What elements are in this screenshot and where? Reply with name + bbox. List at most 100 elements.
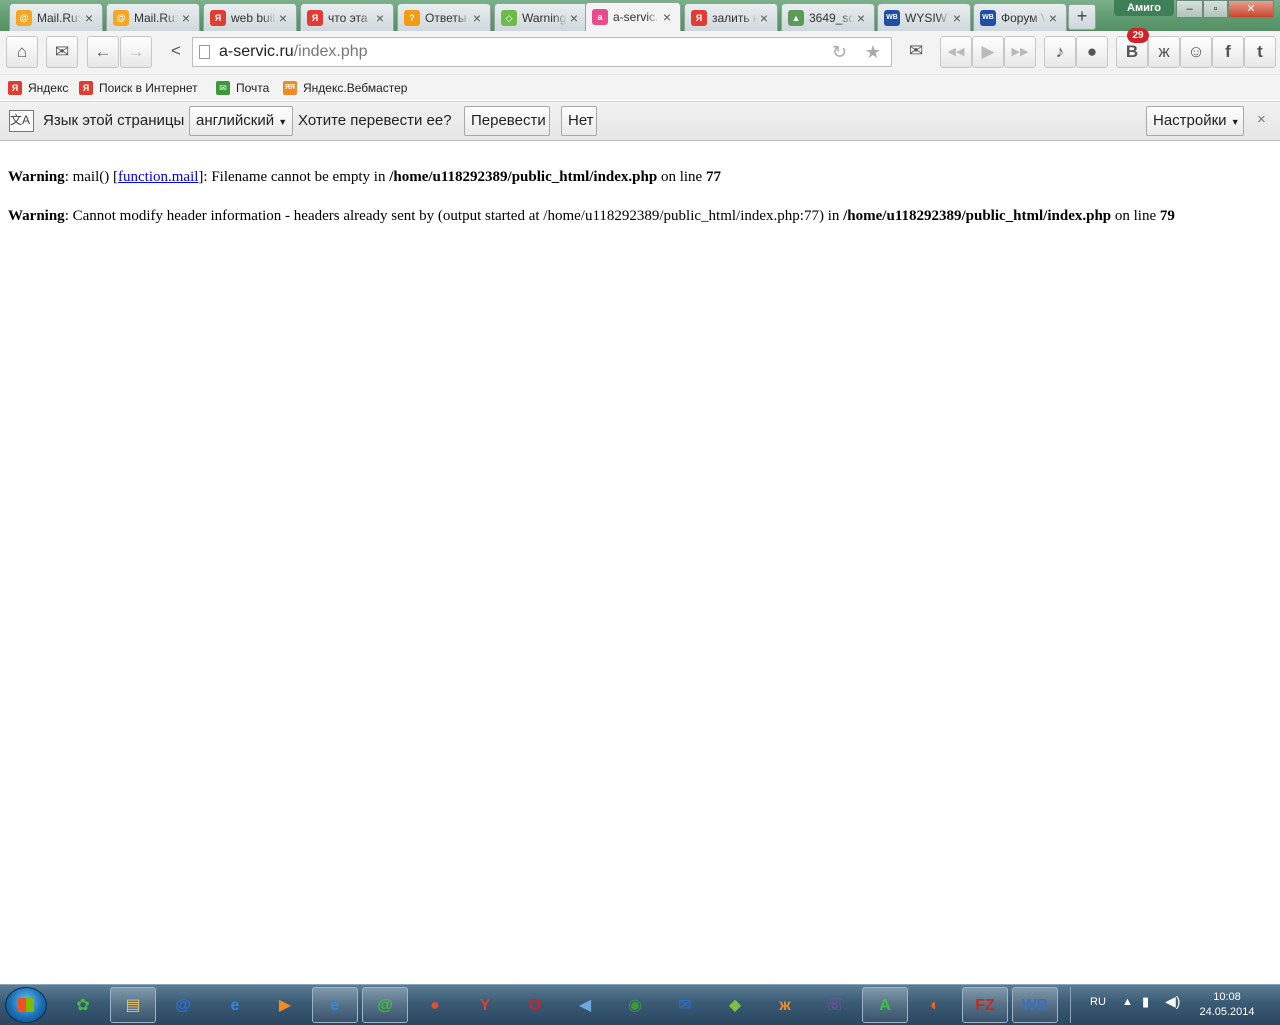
url-text[interactable]: a-servic.ru/index.php bbox=[219, 38, 368, 66]
start-button[interactable] bbox=[5, 987, 47, 1023]
toolbar: ⌂ ✉ ← → < a-servic.ru/index.php ↻ ★ ✉ ◀◀… bbox=[0, 28, 1280, 75]
next-track-button[interactable]: ▶▶ bbox=[1004, 36, 1036, 68]
bookmark-mail[interactable]: ✉ Почта bbox=[216, 79, 269, 97]
taskbar-game[interactable]: ● bbox=[412, 987, 458, 1023]
tab-title: Форум V bbox=[1001, 10, 1046, 25]
show-hidden-icons[interactable] bbox=[1070, 987, 1079, 1023]
settings-button[interactable]: Настройки ▼ bbox=[1146, 106, 1244, 136]
previous-track-button[interactable]: ◀◀ bbox=[940, 36, 972, 68]
close-translate-bar-icon[interactable]: × bbox=[1257, 111, 1266, 128]
mail-button[interactable]: ✉ bbox=[46, 36, 78, 68]
internet-explorer-icon: e bbox=[230, 997, 240, 1014]
bookmark-search[interactable]: Я Поиск в Интернет bbox=[79, 79, 198, 97]
function-mail-link[interactable]: function.mail bbox=[118, 169, 198, 185]
bookmark-yandex[interactable]: Я Яндекс bbox=[8, 79, 68, 97]
tab-5[interactable]: ? Ответы × bbox=[397, 3, 491, 31]
internet-explorer-2-icon: e bbox=[330, 997, 340, 1014]
translate-button[interactable]: Перевести bbox=[464, 106, 550, 136]
twitter-button[interactable]: t bbox=[1244, 36, 1276, 68]
taskbar-sound[interactable]: ◀ bbox=[562, 987, 608, 1023]
taskbar-yandex-browser[interactable]: Y bbox=[462, 987, 508, 1023]
mail-ru-icon: @ bbox=[16, 9, 32, 26]
yandex-icon: Я bbox=[210, 9, 226, 26]
taskbar-wysiwyg-web-builder[interactable]: WB bbox=[1012, 987, 1058, 1023]
address-bar[interactable]: a-servic.ru/index.php ↻ ★ bbox=[192, 37, 892, 67]
tab-title: Ответы bbox=[425, 10, 467, 25]
taskbar-viber[interactable]: ☏ bbox=[812, 987, 858, 1023]
close-tab-icon[interactable]: × bbox=[470, 10, 484, 26]
share-button[interactable]: < bbox=[160, 36, 192, 68]
tab-1[interactable]: @ Mail.Ru: × bbox=[9, 3, 103, 31]
tab-4[interactable]: Ячто эта × bbox=[300, 3, 394, 31]
close-tab-icon[interactable]: × bbox=[567, 10, 581, 26]
tab-title: web buil bbox=[231, 10, 276, 25]
close-tab-icon[interactable]: × bbox=[757, 10, 771, 26]
answers-icon: ? bbox=[404, 9, 420, 26]
taskbar-media-player[interactable]: ▶ bbox=[262, 987, 308, 1023]
bookmark-label: Яндекс.Вебмастер bbox=[303, 81, 408, 95]
language-indicator[interactable]: RU bbox=[1090, 996, 1106, 1008]
tab-8[interactable]: Язалить н × bbox=[684, 3, 778, 31]
explorer-icon: ▤ bbox=[125, 997, 141, 1014]
network-icon[interactable]: ▮ bbox=[1142, 994, 1149, 1010]
tab-2[interactable]: @ Mail.Ru: × bbox=[106, 3, 200, 31]
close-tab-icon[interactable]: × bbox=[854, 10, 868, 26]
taskbar-filezilla[interactable]: FZ bbox=[962, 987, 1008, 1023]
taskbar-mail-agent[interactable]: @ bbox=[160, 987, 206, 1023]
taskbar-firefox[interactable]: ◐ bbox=[912, 987, 958, 1023]
taskbar-internet-explorer[interactable]: e bbox=[212, 987, 258, 1023]
mail-icon: ✉ bbox=[216, 81, 230, 95]
chat-button[interactable]: ● bbox=[1076, 36, 1108, 68]
file-path: /home/u118292389/public_html/index.php bbox=[389, 169, 658, 185]
music-button[interactable]: ♪ bbox=[1044, 36, 1076, 68]
tab-10[interactable]: WB WYSIWY × bbox=[877, 3, 971, 31]
taskbar-odnoklassniki[interactable]: ж bbox=[762, 987, 808, 1023]
mail-notify-button[interactable]: ✉ bbox=[900, 36, 932, 68]
tab-title: Warning bbox=[522, 10, 567, 25]
maximize-button[interactable]: ▫ bbox=[1203, 0, 1228, 18]
tab-11[interactable]: WB Форум V × bbox=[973, 3, 1067, 31]
minimize-button[interactable]: – bbox=[1176, 0, 1203, 18]
odnoklassniki-button[interactable]: ж bbox=[1148, 36, 1180, 68]
language-select[interactable]: английский ▼ bbox=[189, 106, 293, 136]
taskbar-amigo[interactable]: A bbox=[862, 987, 908, 1023]
close-window-button[interactable]: ✕ bbox=[1228, 0, 1274, 18]
close-tab-icon[interactable]: × bbox=[373, 10, 387, 26]
taskbar-amigo-green[interactable]: ◆ bbox=[712, 987, 758, 1023]
no-button[interactable]: Нет bbox=[561, 106, 597, 136]
play-button[interactable]: ▶ bbox=[972, 36, 1004, 68]
taskbar-internet-explorer-2[interactable]: e bbox=[312, 987, 358, 1023]
facebook-button[interactable]: f bbox=[1212, 36, 1244, 68]
bookmark-webmaster[interactable]: ЯЯ Яндекс.Вебмастер bbox=[283, 79, 407, 97]
share-icon: < bbox=[171, 41, 181, 60]
back-button[interactable]: ← bbox=[87, 36, 119, 68]
home-button[interactable]: ⌂ bbox=[6, 36, 38, 68]
close-tab-icon[interactable]: × bbox=[950, 10, 964, 26]
warning-line-1: Warning: mail() [function.mail]: Filenam… bbox=[8, 167, 1272, 187]
forward-button[interactable]: → bbox=[120, 36, 152, 68]
taskbar-icq[interactable]: ✿ bbox=[60, 987, 106, 1023]
close-tab-icon[interactable]: × bbox=[82, 10, 96, 26]
moi-mir-button[interactable]: ☺ bbox=[1180, 36, 1212, 68]
bookmark-star-icon[interactable]: ★ bbox=[865, 38, 881, 66]
profile-label[interactable]: Амиго bbox=[1114, 0, 1174, 16]
volume-icon[interactable]: ◀) bbox=[1165, 993, 1180, 1010]
close-tab-icon[interactable]: × bbox=[276, 10, 290, 26]
taskbar-mail-ru-agent[interactable]: @ bbox=[362, 987, 408, 1023]
clock[interactable]: 10:08 24.05.2014 bbox=[1192, 990, 1262, 1020]
tab-6[interactable]: ◇ Warning × bbox=[494, 3, 588, 31]
new-tab-button[interactable]: + bbox=[1068, 4, 1096, 30]
tab-7[interactable]: a a-servic. × bbox=[585, 2, 681, 31]
close-tab-icon[interactable]: × bbox=[660, 9, 674, 25]
close-tab-icon[interactable]: × bbox=[179, 10, 193, 26]
music-note-icon: ♪ bbox=[1055, 42, 1065, 61]
taskbar-outlook[interactable]: ✉ bbox=[662, 987, 708, 1023]
tab-3[interactable]: Яweb buil × bbox=[203, 3, 297, 31]
taskbar-explorer[interactable]: ▤ bbox=[110, 987, 156, 1023]
taskbar-chrome[interactable]: ◉ bbox=[612, 987, 658, 1023]
taskbar-opera[interactable]: O bbox=[512, 987, 558, 1023]
tab-9[interactable]: ▲ 3649_sdf × bbox=[781, 3, 875, 31]
tray-arrow-icon[interactable]: ▲ bbox=[1122, 996, 1133, 1008]
close-tab-icon[interactable]: × bbox=[1046, 10, 1060, 26]
reload-icon[interactable]: ↻ bbox=[832, 38, 847, 66]
